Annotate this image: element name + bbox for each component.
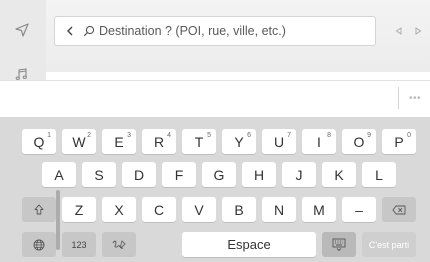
space-key[interactable]: Espace [182,232,316,257]
key-v[interactable]: V [182,197,216,222]
key-label: I [317,133,321,150]
key-u[interactable]: U7 [262,129,296,154]
key-r[interactable]: R4 [142,129,176,154]
key-label: B [234,201,244,218]
go-button[interactable]: C'est parti [362,232,416,257]
key-number-hint: 6 [247,132,251,139]
key-a[interactable]: A [42,162,76,187]
key-e[interactable]: E3 [102,129,136,154]
key-label: – [355,201,363,218]
on-screen-keyboard: Q1 W2 E3 R4 T5 Y6 U7 I8 O9 P0 A S D F G … [0,117,430,262]
key-label: X [114,201,124,218]
key-number-hint: 9 [367,132,371,139]
triangle-left-icon [395,27,401,35]
navigation-button[interactable] [6,14,38,46]
more-button[interactable]: ••• [404,87,426,109]
key-label: V [194,201,204,218]
key-number-hint: 8 [327,132,331,139]
key-label: C [153,201,165,218]
key-number-hint: 4 [167,132,171,139]
key-label: W [72,133,86,150]
key-dash[interactable]: – [342,197,376,222]
hide-keyboard-key[interactable] [322,232,356,257]
key-t[interactable]: T5 [182,129,216,154]
key-number-hint: 2 [87,132,91,139]
key-j[interactable]: J [282,162,316,187]
divider [398,87,399,109]
suggestion-strip: ••• [0,80,430,117]
key-k[interactable]: K [322,162,356,187]
key-number-hint: 3 [127,132,131,139]
key-number-hint: 1 [47,132,51,139]
hide-keyboard-icon [332,238,346,251]
key-label: Y [234,133,244,150]
handwriting-icon [112,239,126,249]
more-icon: ••• [408,92,421,104]
key-label: S [94,166,104,183]
language-key[interactable] [22,232,56,257]
key-i[interactable]: I8 [302,129,336,154]
key-label: A [54,166,64,183]
key-label: P [394,133,404,150]
key-label: K [334,166,344,183]
key-number-hint: 7 [287,132,291,139]
destination-search-input[interactable] [99,19,369,43]
navigation-search-screen: ••• Q1 W2 E3 R4 T5 Y6 U7 I8 O9 P0 A S D … [0,0,430,262]
key-label: Z [74,201,84,218]
key-l[interactable]: L [362,162,396,187]
key-w[interactable]: W2 [62,129,96,154]
key-label: O [353,133,365,150]
search-icon-wrap [81,17,97,45]
navigation-arrow-icon [15,23,29,37]
backspace-key[interactable] [382,197,416,222]
chevron-left-icon [67,26,73,36]
key-f[interactable]: F [162,162,196,187]
handwriting-key[interactable] [102,232,136,257]
music-note-icon [15,68,27,80]
key-label: J [295,166,303,183]
key-h[interactable]: H [242,162,276,187]
key-label: N [273,201,285,218]
key-y[interactable]: Y6 [222,129,256,154]
key-b[interactable]: B [222,197,256,222]
key-m[interactable]: M [302,197,336,222]
numbers-key[interactable]: 123 [62,232,96,257]
key-s[interactable]: S [82,162,116,187]
key-z[interactable]: Z [62,197,96,222]
key-label: F [174,166,184,183]
key-c[interactable]: C [142,197,176,222]
key-label: H [253,166,265,183]
key-q[interactable]: Q1 [22,129,56,154]
numbers-key-label: 123 [71,239,87,250]
key-label: R [153,133,165,150]
shift-key[interactable] [22,197,56,222]
space-key-label: Espace [227,237,271,252]
triangle-right-icon [415,27,421,35]
key-o[interactable]: O9 [342,129,376,154]
next-button[interactable] [406,16,430,46]
key-label: E [114,133,124,150]
key-number-hint: 0 [407,132,411,139]
key-n[interactable]: N [262,197,296,222]
key-number-hint: 5 [207,132,211,139]
key-label: M [313,201,325,218]
key-label: L [375,166,383,183]
magnifier-icon [83,25,95,37]
key-p[interactable]: P0 [382,129,416,154]
key-g[interactable]: G [202,162,236,187]
key-label: D [133,166,145,183]
drag-handle[interactable] [56,190,60,250]
destination-search-box[interactable] [54,16,376,46]
go-button-label: C'est parti [368,239,410,250]
backspace-icon [392,205,406,214]
key-label: G [213,166,225,183]
globe-icon [33,239,45,250]
key-label: U [273,133,285,150]
key-d[interactable]: D [122,162,156,187]
back-button[interactable] [61,17,79,45]
shift-icon [34,204,44,215]
key-label: Q [33,133,45,150]
key-label: T [194,133,204,150]
key-x[interactable]: X [102,197,136,222]
